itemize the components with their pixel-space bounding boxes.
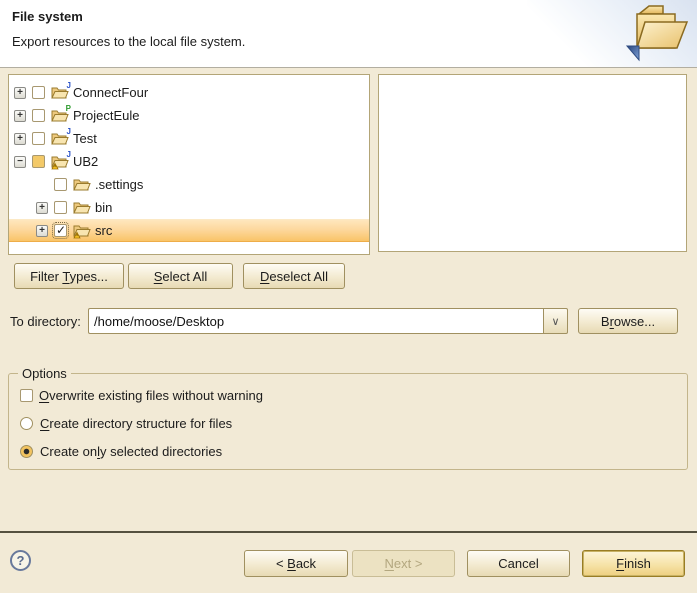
expand-icon[interactable]: + xyxy=(14,110,26,122)
export-wizard-dialog: { "header": { "title": "File system", "s… xyxy=(0,0,697,593)
next-button[interactable]: Next > xyxy=(352,550,455,577)
directory-combo: ∨ xyxy=(88,308,568,334)
folder-icon xyxy=(73,223,92,239)
expand-icon[interactable]: + xyxy=(14,87,26,99)
tree-item-src[interactable]: + src xyxy=(9,219,369,242)
folder-icon xyxy=(73,200,92,216)
overwrite-label: Overwrite existing files without warning xyxy=(39,388,263,403)
tree-item-label: .settings xyxy=(95,177,143,192)
tree-item-label: ConnectFour xyxy=(73,85,148,100)
create-structure-label: Create directory structure for files xyxy=(40,416,232,431)
create-only-label: Create only selected directories xyxy=(40,444,222,459)
folder-icon: J xyxy=(51,131,70,147)
java-decorator-icon: J xyxy=(67,81,71,90)
item-checkbox[interactable] xyxy=(32,86,45,99)
banner-separator xyxy=(0,67,697,68)
expand-icon[interactable]: + xyxy=(36,202,48,214)
wizard-banner: File system Export resources to the loca… xyxy=(0,0,697,67)
create-structure-radio[interactable] xyxy=(20,417,33,430)
tree-item-label: UB2 xyxy=(73,154,98,169)
overwrite-checkbox[interactable] xyxy=(20,389,33,402)
browse-button[interactable]: Browse... xyxy=(578,308,678,334)
tree-item-label: ProjectEule xyxy=(73,108,139,123)
project-decorator-icon: P xyxy=(66,104,71,113)
page-subtitle: Export resources to the local file syste… xyxy=(12,34,245,49)
create-only-radio[interactable] xyxy=(20,445,33,458)
expand-icon[interactable]: + xyxy=(36,225,48,237)
resource-tree: + JConnectFour+ PProjectEule+ JTest− JUB… xyxy=(8,74,370,255)
item-checkbox[interactable] xyxy=(32,132,45,145)
combo-dropdown-button[interactable]: ∨ xyxy=(543,308,568,334)
footer-separator xyxy=(0,531,697,533)
collapse-icon[interactable]: − xyxy=(14,156,26,168)
item-checkbox[interactable] xyxy=(54,201,67,214)
java-decorator-icon: J xyxy=(67,150,71,159)
expand-icon[interactable]: + xyxy=(14,133,26,145)
folder-icon: J xyxy=(51,154,70,170)
item-checkbox[interactable] xyxy=(54,224,67,237)
folder-icon xyxy=(73,177,92,193)
to-directory-label: To directory: xyxy=(10,314,81,329)
cancel-button[interactable]: Cancel xyxy=(467,550,570,577)
create-structure-radio-row[interactable]: Create directory structure for files xyxy=(20,416,232,431)
tree-item-projecteule[interactable]: + PProjectEule xyxy=(9,104,369,127)
create-only-radio-row[interactable]: Create only selected directories xyxy=(20,444,222,459)
folder-icon: J xyxy=(51,85,70,101)
help-button[interactable]: ? xyxy=(10,550,31,571)
item-checkbox[interactable] xyxy=(32,155,45,168)
question-mark-icon: ? xyxy=(17,553,25,568)
filter-types-button[interactable]: Filter Types... xyxy=(14,263,124,289)
tree-item-ub2[interactable]: − JUB2 xyxy=(9,150,369,173)
tree-item-label: Test xyxy=(73,131,97,146)
file-list-panel[interactable] xyxy=(378,74,687,252)
back-button[interactable]: < Back xyxy=(244,550,348,577)
tree-item-connectfour[interactable]: + JConnectFour xyxy=(9,81,369,104)
finish-button[interactable]: Finish xyxy=(582,550,685,577)
java-decorator-icon: J xyxy=(67,127,71,136)
item-checkbox[interactable] xyxy=(32,109,45,122)
tree-item-settings[interactable]: .settings xyxy=(9,173,369,196)
folder-icon: P xyxy=(51,108,70,124)
page-title: File system xyxy=(12,9,83,24)
options-group-title: Options xyxy=(18,366,71,381)
tree-item-bin[interactable]: + bin xyxy=(9,196,369,219)
select-all-button[interactable]: Select All xyxy=(128,263,233,289)
tree-item-test[interactable]: + JTest xyxy=(9,127,369,150)
deselect-all-button[interactable]: Deselect All xyxy=(243,263,345,289)
export-folder-icon xyxy=(625,2,689,64)
tree-item-label: src xyxy=(95,223,112,238)
chevron-down-icon: ∨ xyxy=(551,315,559,328)
directory-input[interactable] xyxy=(88,308,543,334)
tree-item-label: bin xyxy=(95,200,112,215)
item-checkbox[interactable] xyxy=(54,178,67,191)
overwrite-checkbox-row[interactable]: Overwrite existing files without warning xyxy=(20,388,263,403)
